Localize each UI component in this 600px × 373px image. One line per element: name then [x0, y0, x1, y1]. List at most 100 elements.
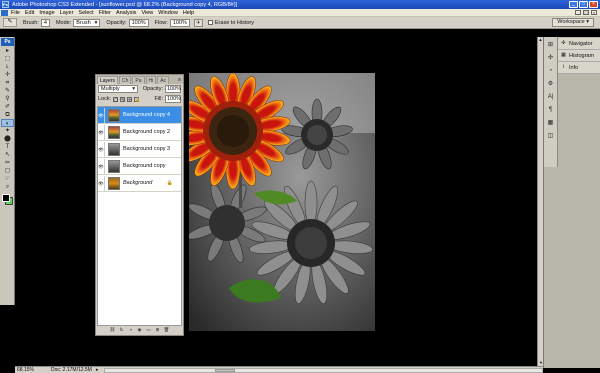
layer-name: Background copy 4 [123, 112, 171, 118]
menu-view[interactable]: View [141, 10, 153, 16]
layer-style-icon[interactable]: fx [118, 327, 125, 333]
tool-button[interactable]: ✛ [1, 71, 14, 79]
document-canvas[interactable] [189, 73, 375, 331]
tool-button[interactable]: ⌗ [1, 79, 14, 87]
layer-list: 👁 Background copy 4 👁 Background copy 2 👁 Bac… [97, 106, 182, 326]
dock-panel-icon[interactable]: ✣ [545, 54, 556, 63]
tool-button[interactable]: ⧉ [1, 111, 14, 119]
tab-paths[interactable]: Pa [132, 76, 145, 84]
brush-icon[interactable]: ✎ [3, 18, 17, 27]
menu-layer[interactable]: Layer [60, 10, 74, 16]
lock-image-icon[interactable]: ✎ [120, 96, 126, 102]
dock-panel-icon[interactable]: ¶ [545, 106, 556, 115]
tool-button[interactable]: ☞ [1, 175, 14, 183]
link-layers-icon[interactable]: ⛓ [109, 327, 116, 333]
blend-mode-dropdown[interactable]: Multiply ▾ [98, 85, 138, 93]
tool-button[interactable]: ✏ [1, 159, 14, 167]
foreground-color-swatch[interactable] [2, 194, 10, 202]
workspace-button[interactable]: Workspace ▾ [552, 18, 594, 27]
trash-icon[interactable]: 🗑 [163, 327, 170, 333]
menu-edit[interactable]: Edit [25, 10, 34, 16]
vertical-scrollbar[interactable]: ▲ ▼ [537, 37, 543, 366]
tool-button[interactable]: ◐ [1, 119, 14, 127]
tool-button[interactable]: ⬤ [1, 135, 14, 143]
tool-button[interactable]: ⚲ [1, 95, 14, 103]
menu-help[interactable]: Help [183, 10, 194, 16]
dock-item-histogram[interactable]: ▦ Histogram [558, 50, 600, 62]
doc-size: Doc: 2.17M/12.5M [51, 367, 92, 373]
scroll-up-icon[interactable]: ▲ [538, 37, 543, 43]
layer-row[interactable]: 👁 Background copy 2 [98, 124, 181, 141]
dock-panel-icon[interactable]: ▦ [545, 119, 556, 128]
photoshop-app-icon: Ps [2, 1, 9, 8]
opacity-input[interactable]: 100% [128, 18, 149, 27]
eye-icon[interactable]: 👁 [98, 107, 105, 123]
layer-actions-bar: ⛓ fx ◑ ◉ ▭ ⊞ 🗑 [97, 325, 182, 334]
mode-dropdown[interactable]: Brush ▾ [73, 18, 101, 27]
menu-window[interactable]: Window [158, 10, 178, 16]
dock-panel-icon[interactable]: ⊞ [545, 41, 556, 50]
tool-button[interactable]: ↖ [1, 151, 14, 159]
new-group-icon[interactable]: ▭ [145, 327, 152, 333]
menu-filter[interactable]: Filter [99, 10, 111, 16]
layer-row[interactable]: 👁 Background 🔒 [98, 175, 181, 192]
dock-panel-icon[interactable]: ◫ [545, 132, 556, 141]
menu-file[interactable]: File [11, 10, 20, 16]
panel-menu-icon[interactable]: ≡ [178, 77, 181, 83]
tool-button[interactable]: ▸ [1, 47, 14, 55]
tool-button[interactable]: ✦ [1, 127, 14, 135]
doc-close-button[interactable]: × [591, 10, 597, 15]
minimize-button[interactable]: _ [569, 1, 578, 8]
maximize-button[interactable]: □ [579, 1, 588, 8]
scroll-thumb[interactable] [215, 368, 236, 372]
adjustment-layer-icon[interactable]: ◉ [136, 327, 143, 333]
lock-all-icon[interactable]: 🔒 [134, 96, 140, 102]
new-layer-icon[interactable]: ⊞ [154, 327, 161, 333]
menu-select[interactable]: Select [78, 10, 93, 16]
flow-input[interactable]: 100% [169, 18, 190, 27]
menu-analysis[interactable]: Analysis [116, 10, 136, 16]
eye-icon[interactable]: 👁 [98, 124, 105, 140]
tool-button[interactable]: ⌕ [1, 183, 14, 191]
doc-minimize-button[interactable]: _ [575, 10, 581, 15]
tool-button[interactable]: T [1, 143, 14, 151]
dock-item-info[interactable]: i Info [558, 62, 600, 74]
dock-panel-icon[interactable]: ◔ [545, 67, 556, 76]
tool-button[interactable]: ⬚ [1, 55, 14, 63]
tool-button[interactable]: ◻ [1, 167, 14, 175]
tab-history[interactable]: Hi [145, 76, 157, 84]
chevron-down-icon: ▾ [132, 86, 135, 92]
tab-channels[interactable]: Ch [119, 76, 132, 84]
eye-icon[interactable]: 👁 [98, 175, 105, 191]
layer-row[interactable]: 👁 Background copy 3 [98, 141, 181, 158]
close-button[interactable]: × [589, 1, 598, 8]
lock-position-icon[interactable]: ✛ [127, 96, 133, 102]
horizontal-scrollbar[interactable] [104, 367, 543, 373]
airbrush-icon[interactable]: ✈ [193, 18, 203, 27]
document-icon[interactable] [1, 9, 8, 16]
dock-item-navigator[interactable]: ✣ Navigator [558, 38, 600, 50]
dock-panel-icon[interactable]: ⚙ [545, 80, 556, 89]
tool-button[interactable]: ✎ [1, 87, 14, 95]
brush-size-picker[interactable]: 4 [40, 18, 50, 27]
menu-image[interactable]: Image [39, 10, 54, 16]
layer-row[interactable]: 👁 Background copy [98, 158, 181, 175]
eye-icon[interactable]: 👁 [98, 158, 105, 174]
layer-opacity-input[interactable]: 100% [165, 85, 181, 93]
fill-input[interactable]: 100% [165, 95, 181, 103]
title-bar: Ps Adobe Photoshop CS3 Extended - [sunfl… [0, 0, 600, 9]
doc-restore-button[interactable]: □ [583, 10, 589, 15]
dock-panel-icon[interactable]: A| [545, 93, 556, 102]
lock-transparent-icon[interactable]: ▢ [113, 96, 119, 102]
lock-icon: 🔒 [166, 180, 173, 186]
status-menu-arrow-icon[interactable]: ▸ [96, 367, 99, 373]
tool-button[interactable]: ✐ [1, 103, 14, 111]
eye-icon[interactable]: 👁 [98, 141, 105, 157]
layer-row[interactable]: 👁 Background copy 4 [98, 107, 181, 124]
tab-actions[interactable]: Ac [157, 76, 170, 84]
erase-to-history-checkbox[interactable] [207, 20, 213, 25]
layer-mask-icon[interactable]: ◑ [127, 327, 134, 333]
tab-layers[interactable]: Layers [97, 76, 119, 84]
tool-button[interactable]: ʟ [1, 63, 14, 71]
zoom-level[interactable]: 68.15% [15, 367, 34, 373]
